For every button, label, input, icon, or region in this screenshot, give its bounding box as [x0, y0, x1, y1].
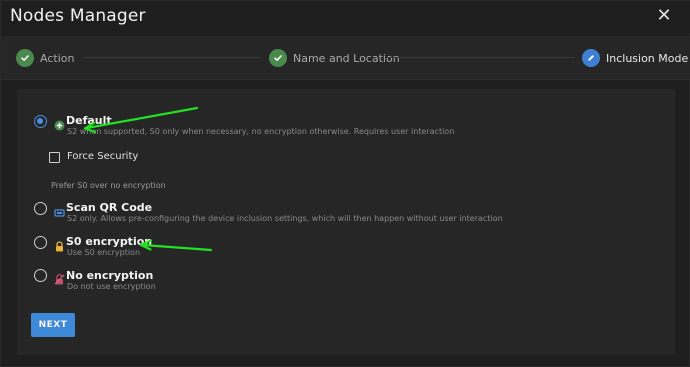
step-label: Name and Location [293, 51, 400, 65]
dialog-title: Nodes Manager [10, 6, 146, 26]
dialog-titlebar: Nodes Manager ✕ [1, 1, 690, 33]
force-security-label: Force Security [67, 151, 139, 162]
option-description: S2 only. Allows pre-configuring the devi… [67, 214, 503, 223]
step-divider [387, 57, 575, 58]
pencil-icon [582, 49, 600, 67]
option-description: Use S0 encryption [67, 248, 141, 257]
radio-s0-encryption[interactable] [34, 236, 47, 249]
radio-no-encryption[interactable] [34, 269, 47, 282]
option-title: Default [66, 114, 112, 127]
lock-icon [54, 237, 65, 252]
option-description: Do not use encryption [67, 282, 156, 291]
unlock-icon [54, 270, 65, 285]
option-title: No encryption [66, 269, 154, 282]
inclusion-mode-panel: Default S2 when supported, S0 only when … [17, 89, 675, 355]
qr-scanner-icon [54, 203, 65, 217]
radio-default[interactable] [34, 115, 47, 128]
step-label: Inclusion Mode [606, 51, 689, 65]
step-action[interactable]: Action [16, 48, 74, 68]
option-description: S2 when supported, S0 only when necessar… [67, 127, 455, 136]
nodes-manager-dialog: Nodes Manager ✕ Action Name and Location… [0, 0, 690, 367]
check-icon [269, 49, 287, 67]
radio-scan-qr[interactable] [34, 202, 47, 215]
step-label: Action [40, 51, 75, 65]
plus-shield-icon [54, 116, 65, 131]
step-divider [83, 57, 261, 58]
stepper: Action Name and Location Inclusion Mode [1, 36, 690, 80]
s0-preference-hint: Prefer S0 over no encryption [51, 181, 166, 190]
step-inclusion-mode[interactable]: Inclusion Mode [582, 48, 688, 68]
option-title: S0 encryption [66, 235, 153, 248]
close-icon[interactable]: ✕ [653, 5, 675, 27]
option-title: Scan QR Code [66, 201, 153, 214]
force-security-checkbox[interactable] [49, 152, 60, 163]
next-button[interactable]: NEXT [31, 313, 75, 337]
check-icon [16, 49, 34, 67]
step-name-location[interactable]: Name and Location [269, 48, 400, 68]
